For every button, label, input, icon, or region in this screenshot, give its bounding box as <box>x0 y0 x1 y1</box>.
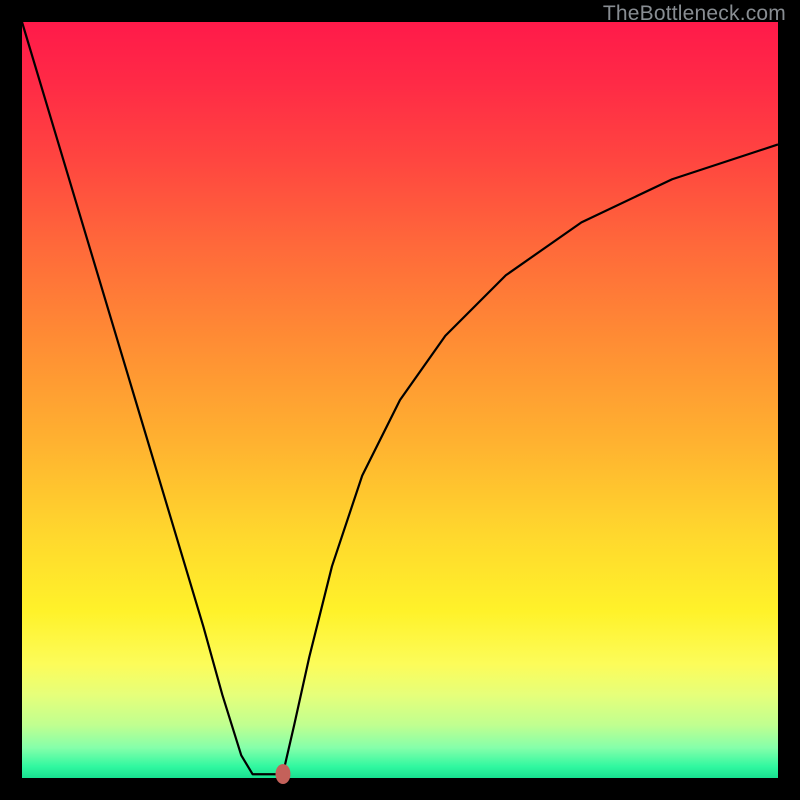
minimum-marker <box>275 764 290 784</box>
bottleneck-curve <box>22 22 778 778</box>
chart-container: TheBottleneck.com <box>0 0 800 800</box>
plot-area <box>22 22 778 778</box>
curve-path <box>22 22 778 774</box>
watermark-text: TheBottleneck.com <box>603 2 786 26</box>
